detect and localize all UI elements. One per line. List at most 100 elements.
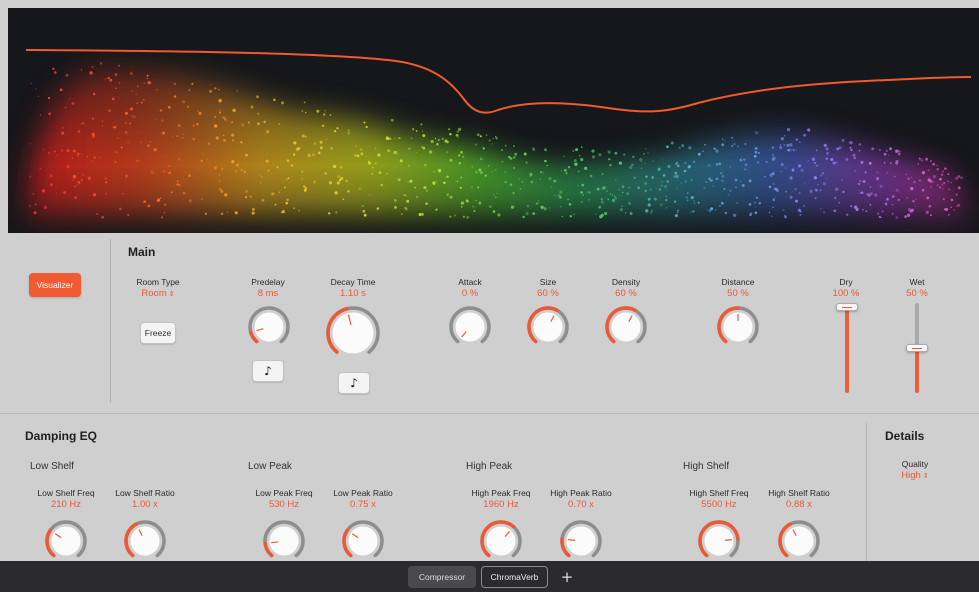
particle [629, 165, 633, 170]
particle [504, 180, 507, 184]
dry-slider-thumb[interactable] [836, 303, 858, 311]
particle [449, 158, 453, 162]
particle [649, 188, 652, 191]
particle [119, 207, 122, 211]
particle [345, 179, 348, 183]
particle [92, 193, 97, 197]
particle [423, 185, 427, 190]
distance-knob[interactable] [716, 305, 760, 349]
particle [55, 192, 58, 195]
particle [303, 101, 306, 104]
particle [215, 136, 219, 140]
particle [624, 212, 627, 214]
add-tab-button[interactable]: + [558, 566, 576, 588]
particle [485, 134, 488, 137]
particle [888, 154, 890, 156]
high-peak-freq-knob[interactable] [479, 519, 523, 563]
particle [446, 193, 450, 197]
particle [663, 184, 668, 189]
particle [436, 143, 439, 146]
particle [690, 211, 693, 214]
decay-sync-button[interactable]: ♪ [338, 372, 370, 394]
wet-slider-thumb[interactable] [906, 344, 928, 352]
freeze-button[interactable]: Freeze [140, 322, 176, 344]
predelay-knob[interactable] [247, 305, 291, 349]
particle [336, 181, 340, 185]
particle [690, 179, 693, 181]
quality-select[interactable]: High ⇕ [870, 470, 960, 481]
particle [147, 81, 151, 85]
particle [437, 138, 440, 142]
particle [860, 160, 864, 164]
particle [795, 149, 797, 151]
high-peak-freq-value: 1960 Hz [483, 499, 519, 510]
decay-time-value: 1.10 s [340, 288, 366, 299]
predelay-sync-button[interactable]: ♪ [252, 360, 284, 382]
visualizer-button[interactable]: Visualizer [29, 273, 81, 297]
particle [559, 205, 562, 208]
tab-chromaverb[interactable]: ChromaVerb [481, 566, 548, 588]
particle [409, 179, 413, 183]
particle [553, 179, 557, 183]
particle [619, 208, 623, 212]
particle [532, 212, 536, 216]
particle [86, 155, 89, 158]
low-peak-ratio-knob[interactable] [341, 519, 385, 563]
particle [580, 191, 583, 194]
particle [772, 198, 776, 202]
particle [176, 135, 179, 138]
low-shelf-ratio-knob[interactable] [123, 519, 167, 563]
low-peak-freq-knob[interactable] [262, 519, 306, 563]
wet-slider[interactable] [905, 299, 929, 397]
high-shelf-freq-knob[interactable] [697, 519, 741, 563]
particle [276, 166, 279, 169]
particle [953, 209, 955, 211]
visualizer-display[interactable] [8, 8, 979, 233]
particle [580, 158, 584, 162]
particle [733, 143, 736, 146]
particle [362, 209, 366, 213]
size-knob[interactable] [526, 305, 570, 349]
particle [577, 170, 580, 173]
particle [754, 206, 757, 208]
high-shelf-ratio-knob[interactable] [777, 519, 821, 563]
particle [114, 73, 118, 77]
particle [838, 201, 841, 204]
particle [667, 165, 671, 168]
particle [591, 155, 596, 159]
particle [611, 194, 614, 196]
particle [378, 171, 382, 175]
particle [631, 163, 634, 167]
particle [420, 123, 423, 126]
attack-knob[interactable] [448, 305, 492, 349]
particle [868, 161, 872, 165]
particle [337, 175, 341, 179]
particle [456, 180, 459, 183]
high-peak-freq-label: High Peak Freq [471, 488, 531, 498]
particle [219, 109, 221, 111]
particle [639, 157, 643, 162]
density-knob[interactable] [604, 305, 648, 349]
dry-slider[interactable] [835, 299, 859, 397]
low-shelf-freq-knob[interactable] [44, 519, 88, 563]
decay-time-knob[interactable] [325, 305, 381, 361]
particle [729, 189, 732, 193]
particle [478, 201, 482, 205]
room-type-select[interactable]: Room ⇕ [113, 288, 203, 299]
particle [108, 109, 111, 112]
particle [787, 148, 790, 152]
particle [135, 93, 138, 96]
particle [899, 150, 901, 152]
particle [459, 150, 464, 154]
particle [626, 192, 629, 195]
particle [105, 77, 108, 80]
particle [598, 205, 602, 209]
particle [273, 98, 276, 102]
particle [223, 117, 227, 121]
low-peak-freq-label: Low Peak Freq [255, 488, 313, 498]
tab-compressor[interactable]: Compressor [408, 566, 476, 588]
particle [705, 181, 708, 183]
particle [546, 164, 548, 167]
high-peak-ratio-knob[interactable] [559, 519, 603, 563]
particle [328, 212, 331, 215]
